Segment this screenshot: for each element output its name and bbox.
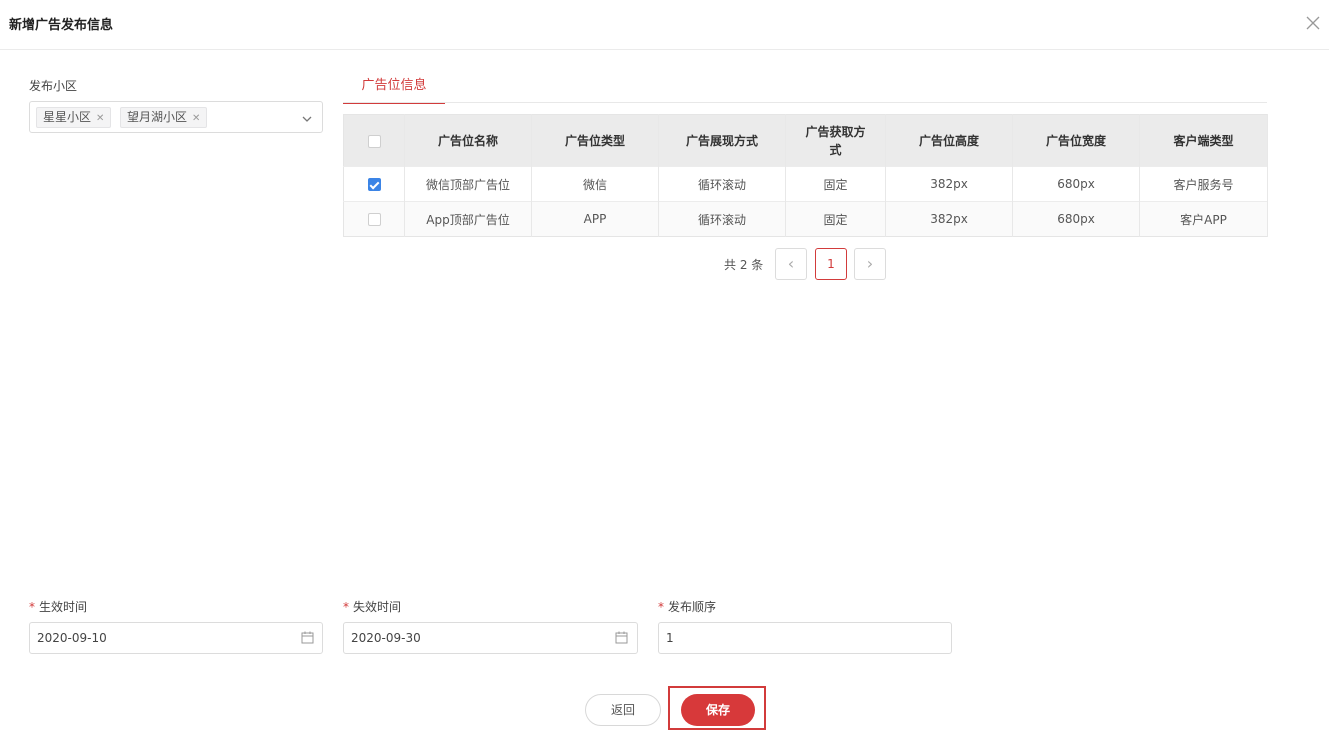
dialog-title: 新增广告发布信息: [9, 18, 114, 33]
column-header: 客户端类型: [1139, 114, 1268, 167]
table-cell: 固定: [785, 166, 886, 202]
column-header: 广告位类型: [531, 114, 659, 167]
order-label-text: 发布顺序: [668, 600, 717, 614]
end-time-label: * 失效时间: [343, 598, 401, 615]
start-time-label: * 生效时间: [29, 598, 87, 615]
table-cell: 680px: [1012, 201, 1140, 237]
pagination-total: 共 2 条: [724, 258, 764, 272]
community-tag: 星星小区 ✕: [36, 107, 112, 128]
start-date-value: 2020-09-10: [37, 631, 107, 645]
community-tag: 望月湖小区 ✕: [120, 107, 208, 128]
pagination-next-button[interactable]: ›: [854, 248, 886, 280]
start-time-label-text: 生效时间: [39, 600, 88, 614]
required-mark: *: [29, 600, 35, 614]
checkbox-icon[interactable]: [367, 178, 381, 191]
table-cell: 微信顶部广告位: [404, 166, 532, 202]
checkbox-icon[interactable]: [367, 213, 381, 226]
table-cell: APP: [531, 201, 659, 237]
order-input[interactable]: 1: [658, 622, 952, 654]
tab-divider: [343, 102, 1267, 103]
end-date-input[interactable]: 2020-09-30: [343, 622, 638, 654]
table-cell: 680px: [1012, 166, 1140, 202]
column-header: 广告获取方式: [785, 114, 886, 167]
column-header: 广告位高度: [885, 114, 1013, 167]
save-button[interactable]: 保存: [681, 694, 755, 726]
table-row[interactable]: 微信顶部广告位 微信 循环滚动 固定 382px 680px 客户服务号: [343, 166, 1268, 202]
table-cell: 固定: [785, 201, 886, 237]
calendar-icon[interactable]: [615, 631, 628, 644]
row-select-cell[interactable]: [343, 166, 405, 202]
column-header: 广告展现方式: [658, 114, 786, 167]
community-tag-label: 星星小区: [43, 110, 92, 124]
required-mark: *: [343, 600, 349, 614]
table-cell: App顶部广告位: [404, 201, 532, 237]
table-cell: 循环滚动: [658, 166, 786, 202]
chevron-right-icon: ›: [866, 254, 874, 273]
table-cell: 382px: [885, 201, 1013, 237]
select-all-cell[interactable]: [343, 114, 405, 167]
table-header-row: 广告位名称 广告位类型 广告展现方式 广告获取方式 广告位高度 广告位宽度 客户…: [343, 114, 1268, 167]
order-value: 1: [666, 631, 674, 645]
tag-remove-icon[interactable]: ✕: [192, 113, 200, 124]
required-mark: *: [658, 600, 664, 614]
table-cell: 循环滚动: [658, 201, 786, 237]
dialog-header: 新增广告发布信息: [0, 0, 1329, 50]
chevron-down-icon[interactable]: [301, 114, 313, 124]
tab-ad-slot-info[interactable]: 广告位信息: [343, 71, 445, 104]
column-header: 广告位宽度: [1012, 114, 1140, 167]
order-label: * 发布顺序: [658, 598, 716, 615]
chevron-left-icon: ‹: [787, 254, 795, 273]
ad-slot-table: 广告位名称 广告位类型 广告展现方式 广告获取方式 广告位高度 广告位宽度 客户…: [343, 114, 1268, 237]
back-button[interactable]: 返回: [585, 694, 661, 726]
checkbox-icon[interactable]: [367, 134, 381, 148]
calendar-icon[interactable]: [301, 631, 314, 644]
table-cell: 客户服务号: [1139, 166, 1268, 202]
community-tag-label: 望月湖小区: [127, 110, 188, 124]
close-icon[interactable]: [1305, 15, 1321, 31]
table-cell: 382px: [885, 166, 1013, 202]
start-date-input[interactable]: 2020-09-10: [29, 622, 323, 654]
table-cell: 微信: [531, 166, 659, 202]
row-select-cell[interactable]: [343, 201, 405, 237]
community-multiselect[interactable]: 星星小区 ✕ 望月湖小区 ✕: [29, 101, 323, 133]
table-cell: 客户APP: [1139, 201, 1268, 237]
end-time-label-text: 失效时间: [353, 600, 402, 614]
column-header: 广告位名称: [404, 114, 532, 167]
end-date-value: 2020-09-30: [351, 631, 421, 645]
pagination-page-1[interactable]: 1: [815, 248, 847, 280]
community-label: 发布小区: [29, 79, 78, 93]
tag-remove-icon[interactable]: ✕: [96, 113, 104, 124]
table-row[interactable]: App顶部广告位 APP 循环滚动 固定 382px 680px 客户APP: [343, 201, 1268, 237]
pagination-prev-button[interactable]: ‹: [775, 248, 807, 280]
